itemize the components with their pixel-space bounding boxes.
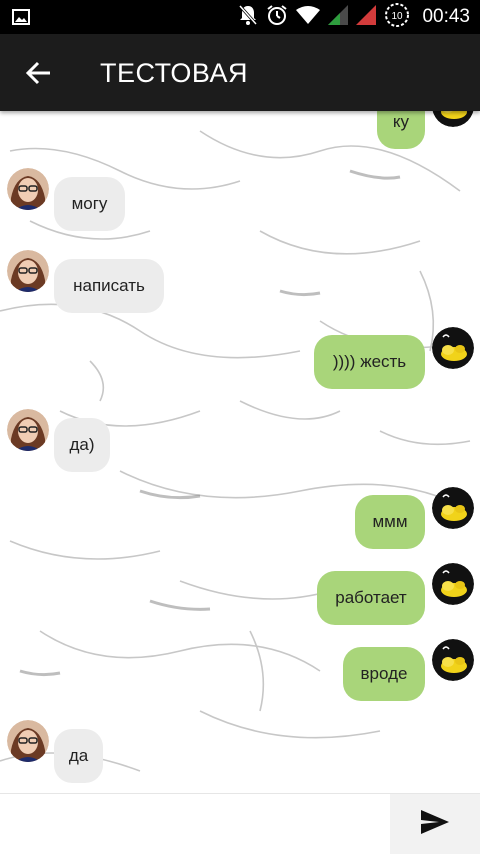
wifi-icon	[296, 5, 321, 30]
app-bar: ТЕСТОВАЯ	[0, 34, 480, 111]
composer-bar	[0, 793, 480, 854]
battery-icon: 10	[384, 2, 410, 33]
status-bar: 10 00:43	[0, 0, 480, 34]
contact-avatar[interactable]	[7, 250, 49, 292]
send-button[interactable]	[390, 794, 480, 854]
signal-empty-icon	[356, 4, 377, 30]
message-bubble[interactable]: да)	[54, 418, 110, 472]
own-avatar[interactable]	[432, 563, 474, 605]
signal-icon	[328, 4, 349, 30]
contact-avatar[interactable]	[7, 168, 49, 210]
own-avatar[interactable]	[432, 639, 474, 681]
message-bubble[interactable]: да	[54, 729, 103, 783]
message-input[interactable]	[0, 794, 390, 854]
bell-off-icon	[238, 4, 258, 31]
arrow-left-icon	[22, 61, 56, 94]
image-icon	[12, 9, 30, 30]
back-button[interactable]	[22, 56, 56, 90]
message-bubble[interactable]: ку	[377, 111, 425, 149]
message-bubble[interactable]: написать	[54, 259, 164, 313]
message-bubble[interactable]: вроде	[343, 647, 425, 701]
own-avatar[interactable]	[432, 487, 474, 529]
contact-avatar[interactable]	[7, 720, 49, 762]
message-bubble[interactable]: могу	[54, 177, 125, 231]
alarm-icon	[266, 4, 288, 31]
status-clock: 00:43	[422, 6, 470, 27]
send-icon	[419, 808, 451, 841]
message-bubble[interactable]: ммм	[355, 495, 425, 549]
chat-title: ТЕСТОВАЯ	[100, 58, 249, 88]
message-bubble[interactable]: )))) жесть	[314, 335, 425, 389]
message-bubble[interactable]: работает	[317, 571, 425, 625]
own-avatar[interactable]	[432, 327, 474, 369]
svg-text:10: 10	[392, 11, 404, 22]
contact-avatar[interactable]	[7, 409, 49, 451]
chat-area[interactable]: ку могу написать)))) жесть да) ммм рабо…	[0, 111, 480, 793]
